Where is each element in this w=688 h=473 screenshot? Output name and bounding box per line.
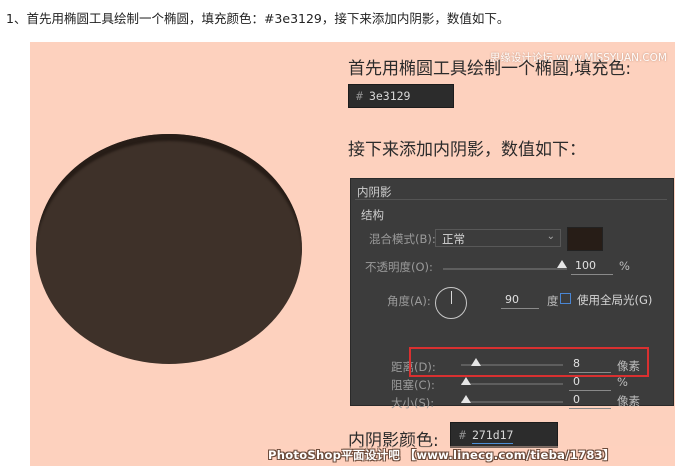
choke-value[interactable]: 0: [569, 375, 611, 391]
intro-text: 1、首先用椭圆工具绘制一个椭圆，填充颜色：#3e3129，接下来添加内阴影，数值…: [6, 11, 510, 26]
structure-label: 结构: [361, 208, 384, 222]
shadow-color-swatch[interactable]: [567, 227, 603, 251]
shadow-hex-value: 271d17: [471, 428, 514, 444]
tutorial-image: 思缘设计论坛 www.MISSYUAN.COM 首先用椭圆工具绘制一个椭圆,填充…: [30, 42, 675, 466]
hash-symbol: #: [356, 89, 363, 103]
opacity-label: 不透明度(O):: [365, 260, 433, 274]
choke-slider-track[interactable]: [461, 383, 563, 385]
shadow-hex-field[interactable]: #271d17: [450, 422, 558, 448]
choke-label: 阻塞(C):: [391, 378, 435, 392]
panel-title: 内阴影: [357, 185, 392, 199]
chevron-down-icon: ⌄: [546, 231, 555, 242]
size-slider-track[interactable]: [461, 401, 563, 403]
opacity-unit: %: [619, 259, 630, 273]
choke-slider-handle[interactable]: [461, 377, 471, 385]
fill-hex-field[interactable]: #3e3129: [348, 84, 454, 108]
angle-label: 角度(A):: [387, 294, 431, 308]
heading-inner-shadow: 接下来添加内阴影，数值如下：: [348, 140, 586, 160]
heading-fill-color: 首先用椭圆工具绘制一个椭圆,填充色:: [348, 59, 632, 79]
fill-hex-value: 3e3129: [368, 89, 411, 103]
blend-mode-value: 正常: [442, 232, 465, 246]
angle-dial[interactable]: [435, 287, 467, 319]
global-light-label: 使用全局光(G): [577, 293, 653, 307]
global-light-checkbox[interactable]: [560, 293, 571, 304]
brown-ellipse: [36, 134, 302, 364]
opacity-slider-handle[interactable]: [557, 260, 567, 268]
angle-dial-needle: [451, 291, 452, 304]
blend-mode-label: 混合模式(B):: [369, 232, 436, 246]
blend-mode-select[interactable]: 正常 ⌄: [435, 229, 561, 247]
angle-unit: 度: [547, 294, 559, 308]
size-value[interactable]: 0: [569, 393, 611, 409]
distance-highlight-box: [409, 347, 649, 377]
size-label: 大小(S):: [391, 396, 435, 410]
opacity-value[interactable]: 100: [571, 259, 613, 275]
opacity-slider-track[interactable]: [443, 268, 567, 270]
angle-value[interactable]: 90: [501, 293, 539, 309]
hash-symbol: #: [459, 428, 466, 442]
watermark-bottom: PhotoShop平面设计吧 【www.linecg.com/tieba/178…: [268, 448, 615, 462]
size-unit: 像素: [617, 394, 640, 408]
inner-shadow-panel: 内阴影 结构 混合模式(B): 正常 ⌄ 不透明度(O): 100 % 角度(A…: [350, 178, 674, 410]
size-slider-handle[interactable]: [461, 395, 471, 403]
choke-unit: %: [617, 375, 628, 389]
